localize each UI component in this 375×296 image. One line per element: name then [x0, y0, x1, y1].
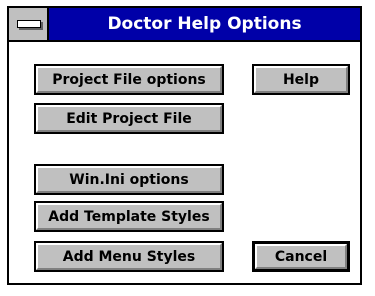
dialog-window: Doctor Help Options Project File options…: [7, 6, 362, 285]
project-file-options-button[interactable]: Project File options: [34, 64, 224, 95]
edit-project-file-label: Edit Project File: [66, 110, 192, 127]
edit-project-file-button[interactable]: Edit Project File: [34, 103, 224, 134]
add-template-styles-button[interactable]: Add Template Styles: [34, 201, 224, 232]
title-bar[interactable]: Doctor Help Options: [9, 8, 360, 42]
help-label: Help: [282, 71, 320, 88]
window-title: Doctor Help Options: [107, 14, 302, 34]
cancel-label: Cancel: [274, 248, 328, 265]
winini-options-button[interactable]: Win.Ini options: [34, 164, 224, 195]
project-file-options-label: Project File options: [52, 71, 206, 88]
system-menu-bar: [17, 20, 41, 28]
add-menu-styles-label: Add Menu Styles: [62, 248, 196, 265]
system-menu-icon[interactable]: [9, 8, 49, 40]
help-button[interactable]: Help: [252, 64, 350, 95]
add-template-styles-label: Add Template Styles: [48, 208, 210, 225]
cancel-button[interactable]: Cancel: [252, 241, 350, 272]
winini-options-label: Win.Ini options: [69, 171, 189, 188]
add-menu-styles-button[interactable]: Add Menu Styles: [34, 241, 224, 272]
